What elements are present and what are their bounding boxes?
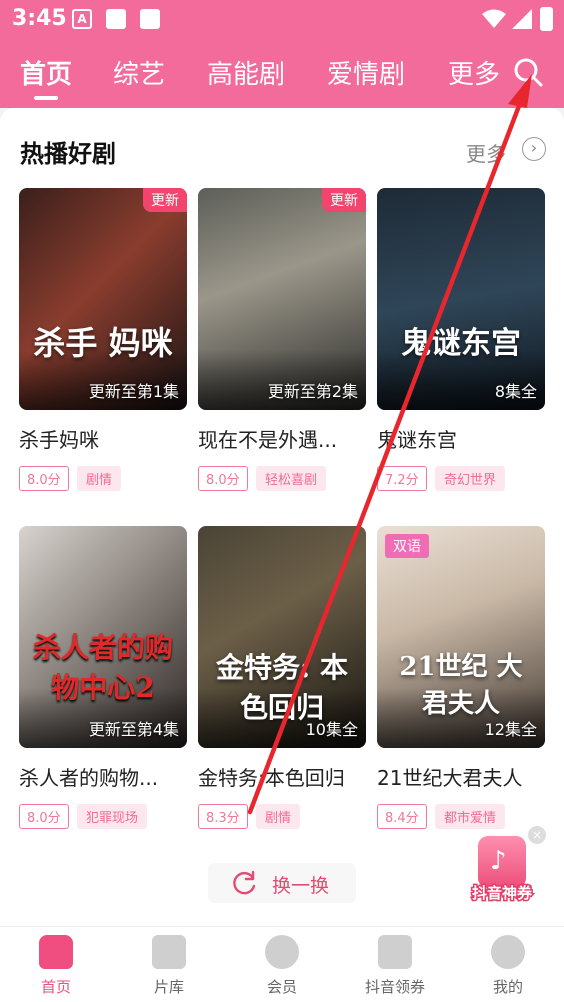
drama-card[interactable]: 金特务: 本色回归 10集全 金特务:本色回归 8.3分 剧情 (198, 526, 366, 829)
section-title: 热播好剧 (20, 140, 116, 168)
genre-tag: 剧情 (256, 804, 301, 829)
notification-a-icon: A (72, 9, 92, 29)
tab-variety[interactable]: 综艺 (113, 54, 165, 91)
update-badge: 更新 (143, 188, 187, 212)
nav-library[interactable]: 片库 (121, 935, 217, 997)
drama-poster[interactable]: 杀人者的购物中心2 更新至第4集 (19, 526, 187, 748)
genre-tag: 犯罪现场 (77, 804, 148, 829)
coupon-bag-icon: ♪ (478, 836, 526, 888)
score-tag: 8.0分 (19, 466, 69, 491)
nav-label: 会员 (266, 978, 297, 996)
vip-icon (265, 935, 299, 969)
more-link[interactable]: 更多 (466, 138, 506, 167)
nav-profile[interactable]: 我的 (460, 935, 556, 997)
drama-card[interactable]: 杀人者的购物中心2 更新至第4集 杀人者的购物... 8.0分 犯罪现场 (19, 526, 187, 829)
tab-home[interactable]: 首页 (20, 54, 72, 91)
poster-title-art: 鬼谜东宫 (401, 326, 521, 361)
refresh-button[interactable]: 换一换 (208, 863, 356, 903)
poster-title-art: 金特务: 本色回归 (215, 651, 349, 724)
nav-label: 首页 (40, 978, 71, 996)
battery-icon (540, 7, 553, 31)
genre-tag: 剧情 (77, 466, 122, 491)
refresh-icon (233, 870, 256, 895)
drama-card[interactable]: 更新 更新至第2集 现在不是外遇... 8.0分 轻松喜剧 (198, 188, 366, 491)
genre-tag: 奇幻世界 (435, 466, 506, 491)
bilingual-badge: 双语 (385, 534, 429, 558)
poster-title-art: 杀人者的购物中心2 (32, 631, 173, 704)
drama-title: 杀手妈咪 (19, 428, 99, 452)
episode-status: 更新至第2集 (267, 382, 358, 401)
episode-status: 更新至第1集 (88, 382, 179, 401)
tab-romance[interactable]: 爱情剧 (327, 54, 405, 91)
poster-title-art: 21世纪 大君夫人 (399, 652, 523, 719)
top-header: 3:45 A 首页 综艺 高能剧 爱情剧 更多 (0, 0, 564, 108)
chevron-right-icon[interactable]: › (522, 137, 546, 161)
home-icon (39, 935, 73, 969)
tab-high-energy[interactable]: 高能剧 (207, 54, 285, 91)
genre-tag: 轻松喜剧 (256, 466, 327, 491)
wifi-icon (482, 9, 506, 28)
drama-card[interactable]: 双语 21世纪 大君夫人 12集全 21世纪大君夫人 8.4分 都市爱情 (377, 526, 545, 829)
score-tag: 8.0分 (198, 466, 248, 491)
refresh-label: 换一换 (272, 875, 330, 897)
drama-poster[interactable]: 双语 21世纪 大君夫人 12集全 (377, 526, 545, 748)
status-time: 3:45 (12, 6, 67, 31)
search-icon[interactable] (512, 56, 544, 88)
bottom-navigation: 首页 片库 会员 抖音领券 我的 (0, 926, 564, 1002)
drama-card[interactable]: 鬼谜东宫 8集全 鬼谜东宫 7.2分 奇幻世界 (377, 188, 545, 491)
drama-poster[interactable]: 更新 杀手 妈咪 更新至第1集 (19, 188, 187, 410)
nav-vip[interactable]: 会员 (234, 935, 330, 997)
drama-title: 金特务:本色回归 (198, 766, 345, 790)
notification-shield-icon-2 (140, 9, 160, 29)
update-badge: 更新 (322, 188, 366, 212)
nav-label: 抖音领券 (364, 978, 425, 996)
poster-title-art: 杀手 妈咪 (33, 324, 173, 362)
drama-poster[interactable]: 鬼谜东宫 8集全 (377, 188, 545, 410)
nav-label: 片库 (153, 978, 184, 996)
drama-title: 现在不是外遇... (198, 428, 338, 452)
coupon-label: 抖音神券 (470, 883, 533, 904)
drama-title: 21世纪大君夫人 (377, 766, 523, 790)
notification-shield-icon (106, 9, 126, 29)
drama-poster[interactable]: 金特务: 本色回归 10集全 (198, 526, 366, 748)
nav-home[interactable]: 首页 (8, 935, 104, 997)
drama-poster[interactable]: 更新 更新至第2集 (198, 188, 366, 410)
score-tag: 8.4分 (377, 804, 427, 829)
score-tag: 8.3分 (198, 804, 248, 829)
close-icon[interactable]: × (528, 826, 546, 844)
score-tag: 8.0分 (19, 804, 69, 829)
nav-tiktok-coupon[interactable]: 抖音领券 (347, 935, 443, 997)
category-tabs: 首页 综艺 高能剧 爱情剧 更多 (0, 50, 564, 100)
active-tab-indicator (34, 96, 58, 100)
nav-label: 我的 (492, 978, 523, 996)
profile-icon (491, 935, 525, 969)
score-tag: 7.2分 (377, 466, 427, 491)
tiktok-note-icon: ♪ (490, 846, 507, 876)
signal-icon (512, 9, 532, 29)
drama-title: 杀人者的购物... (19, 766, 159, 790)
drama-title: 鬼谜东宫 (377, 428, 457, 452)
video-library-icon (152, 935, 186, 969)
tab-more[interactable]: 更多 (448, 54, 500, 91)
drama-card[interactable]: 更新 杀手 妈咪 更新至第1集 杀手妈咪 8.0分 剧情 (19, 188, 187, 491)
main-content: 热播好剧 更多 › 更新 杀手 妈咪 更新至第1集 杀手妈咪 8.0分 剧情 更… (0, 108, 564, 926)
status-bar: 3:45 A (0, 0, 564, 38)
episode-status: 更新至第4集 (88, 720, 179, 739)
episode-status: 12集全 (484, 720, 537, 739)
tiktok-coupon-icon (378, 935, 412, 969)
episode-status: 10集全 (305, 720, 358, 739)
episode-status: 8集全 (494, 382, 537, 401)
